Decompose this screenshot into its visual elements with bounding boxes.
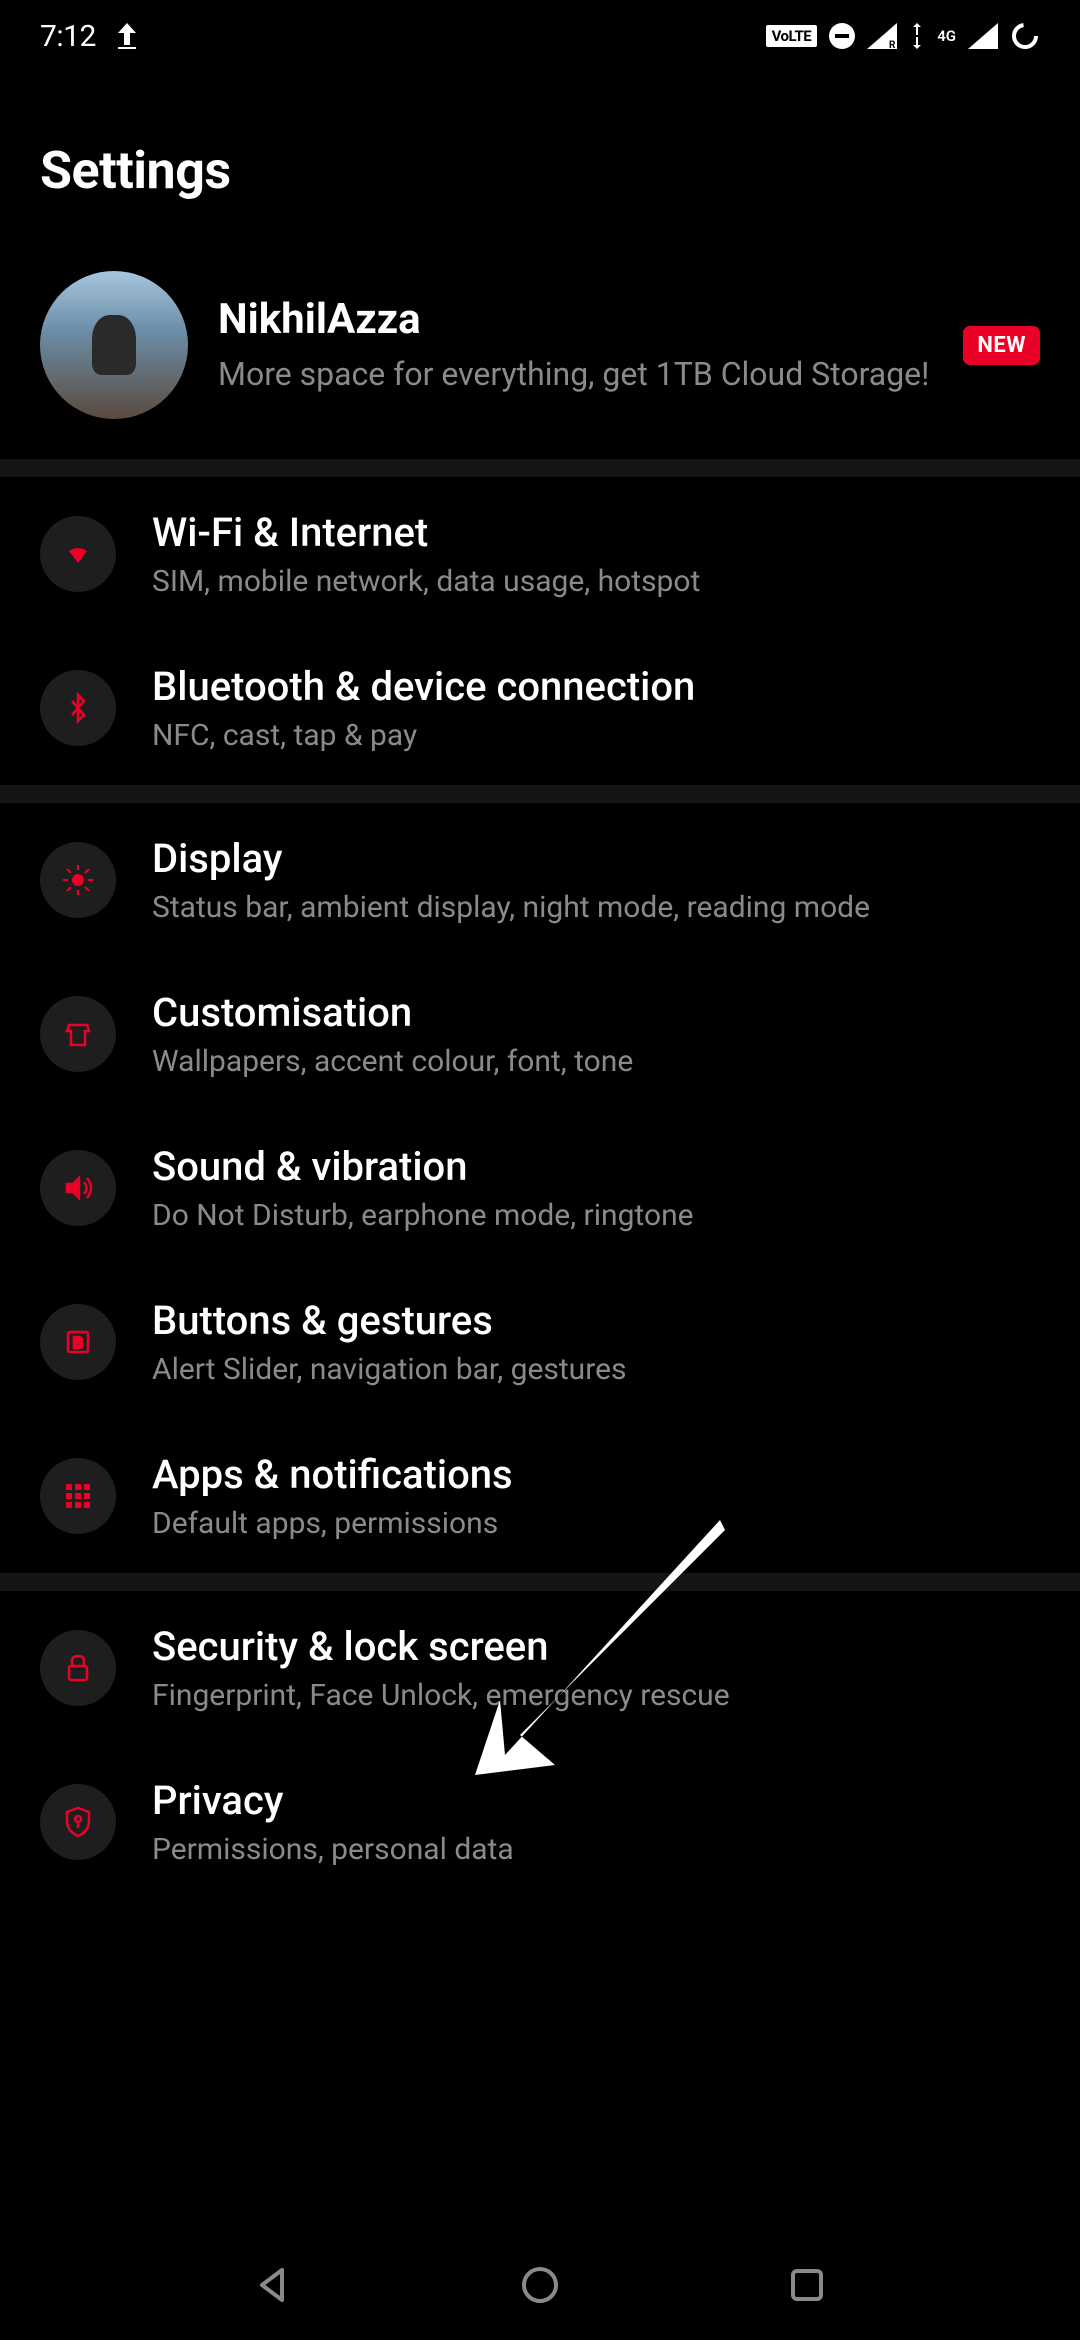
display-icon xyxy=(40,842,116,918)
status-time: 7:12 xyxy=(40,19,96,54)
settings-item-title: Bluetooth & device connection xyxy=(152,663,1040,710)
navigation-bar xyxy=(0,2230,1080,2340)
profile-row[interactable]: NikhilAzza More space for everything, ge… xyxy=(0,251,1080,459)
settings-item-sub: Wallpapers, accent colour, font, tone xyxy=(152,1044,1040,1079)
settings-item-sub: Alert Slider, navigation bar, gestures xyxy=(152,1352,1040,1387)
page-title: Settings xyxy=(0,70,1080,251)
signal-icon-2 xyxy=(968,23,998,49)
sound-icon xyxy=(40,1150,116,1226)
customisation-icon xyxy=(40,996,116,1072)
svg-text:R: R xyxy=(889,40,896,49)
settings-item-title: Wi-Fi & Internet xyxy=(152,509,1040,556)
wifi-icon xyxy=(40,516,116,592)
settings-item-sub: Fingerprint, Face Unlock, emergency resc… xyxy=(152,1678,1040,1713)
settings-item-sub: SIM, mobile network, data usage, hotspot xyxy=(152,564,1040,599)
divider xyxy=(0,785,1080,803)
settings-item-title: Apps & notifications xyxy=(152,1451,1040,1498)
dnd-icon xyxy=(829,23,855,49)
settings-item-security[interactable]: Security & lock screen Fingerprint, Face… xyxy=(0,1591,1080,1745)
settings-item-sub: NFC, cast, tap & pay xyxy=(152,718,1040,753)
settings-item-sub: Status bar, ambient display, night mode,… xyxy=(152,890,1040,925)
divider xyxy=(0,1573,1080,1591)
divider xyxy=(0,459,1080,477)
nav-recent-button[interactable] xyxy=(779,2258,834,2313)
new-badge: NEW xyxy=(963,326,1040,365)
signal-icon-1: R xyxy=(867,23,897,49)
apps-icon xyxy=(40,1458,116,1534)
settings-item-title: Customisation xyxy=(152,989,1040,1036)
shield-icon xyxy=(40,1784,116,1860)
settings-item-title: Display xyxy=(152,835,1040,882)
nav-back-button[interactable] xyxy=(246,2258,301,2313)
settings-item-title: Privacy xyxy=(152,1777,1040,1824)
profile-promo: More space for everything, get 1TB Cloud… xyxy=(218,354,933,396)
buttons-icon: B xyxy=(40,1304,116,1380)
bluetooth-icon xyxy=(40,670,116,746)
settings-item-bluetooth[interactable]: Bluetooth & device connection NFC, cast,… xyxy=(0,631,1080,785)
volte-badge: VoLTE xyxy=(766,25,818,47)
settings-item-display[interactable]: Display Status bar, ambient display, nig… xyxy=(0,803,1080,957)
settings-item-buttons[interactable]: B Buttons & gestures Alert Slider, navig… xyxy=(0,1265,1080,1419)
settings-item-apps[interactable]: Apps & notifications Default apps, permi… xyxy=(0,1419,1080,1573)
upload-icon xyxy=(116,23,138,49)
svg-text:B: B xyxy=(73,1333,83,1352)
lock-icon xyxy=(40,1630,116,1706)
settings-item-sub: Permissions, personal data xyxy=(152,1832,1040,1867)
status-bar: 7:12 VoLTE R 4G xyxy=(0,0,1080,70)
network-label: 4G xyxy=(937,27,956,45)
data-arrows-icon xyxy=(909,23,925,49)
loading-icon xyxy=(1010,21,1040,51)
settings-item-wifi[interactable]: Wi-Fi & Internet SIM, mobile network, da… xyxy=(0,477,1080,631)
settings-item-title: Security & lock screen xyxy=(152,1623,1040,1670)
settings-item-privacy[interactable]: Privacy Permissions, personal data xyxy=(0,1745,1080,1899)
settings-item-title: Sound & vibration xyxy=(152,1143,1040,1190)
settings-item-sub: Do Not Disturb, earphone mode, ringtone xyxy=(152,1198,1040,1233)
settings-item-title: Buttons & gestures xyxy=(152,1297,1040,1344)
nav-home-button[interactable] xyxy=(512,2258,567,2313)
settings-item-sound[interactable]: Sound & vibration Do Not Disturb, earpho… xyxy=(0,1111,1080,1265)
settings-item-sub: Default apps, permissions xyxy=(152,1506,1040,1541)
avatar xyxy=(40,271,188,419)
profile-name: NikhilAzza xyxy=(218,295,933,344)
settings-item-customisation[interactable]: Customisation Wallpapers, accent colour,… xyxy=(0,957,1080,1111)
